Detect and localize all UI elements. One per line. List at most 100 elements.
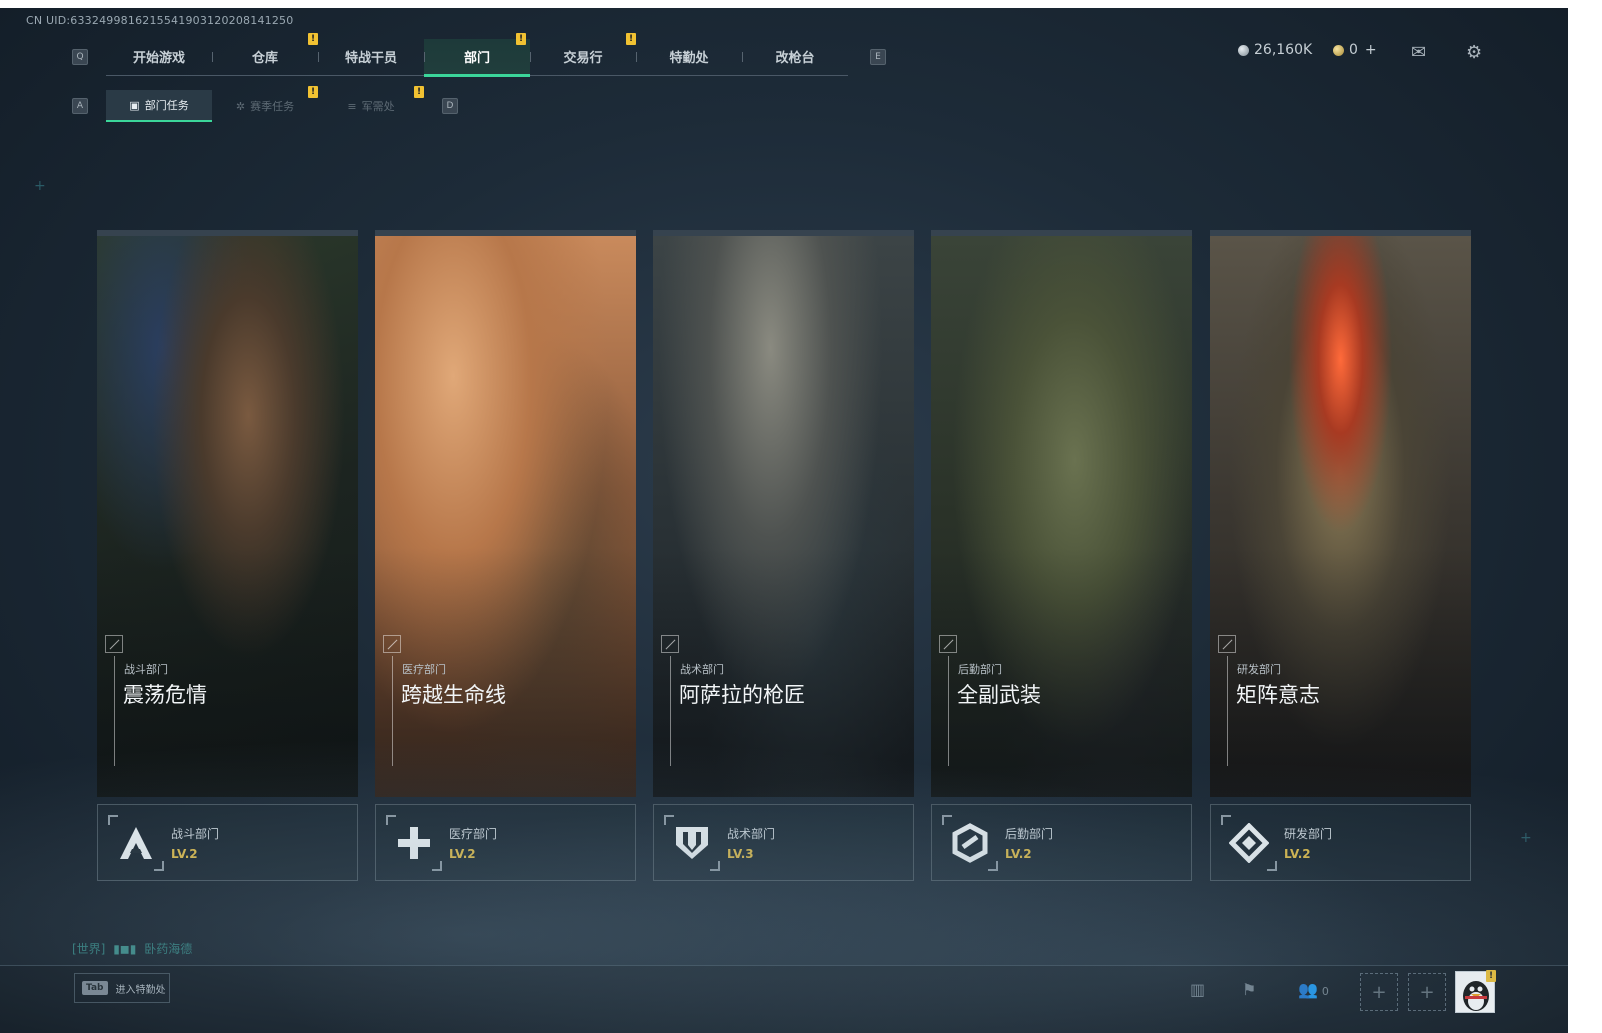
mail-icon[interactable]: ✉ — [1411, 42, 1426, 63]
alert-badge: ! — [308, 32, 318, 45]
sub-tabs: ▣ 部门任务 ✲ 赛季任务 ! ≡ 军需处 ! — [106, 86, 424, 122]
card-dept-label: 后勤部门 — [958, 663, 1002, 676]
dept-name: 后勤部门 — [1005, 827, 1054, 841]
dept-level: LV.2 — [1284, 847, 1311, 861]
emblem-frame — [664, 815, 720, 871]
expand-icon — [1218, 635, 1236, 653]
enter-special-ops-button[interactable]: Tab 进入特勤处 — [74, 973, 170, 1003]
expand-icon — [383, 635, 401, 653]
medical-cross-icon — [398, 827, 430, 859]
card-dept-label: 医疗部门 — [402, 663, 446, 676]
card-divider — [670, 656, 671, 766]
silver-coin-icon — [1238, 44, 1249, 56]
add-gold-button[interactable]: + — [1365, 42, 1377, 58]
dept-card-medical[interactable]: 医疗部门 跨越生命线 — [375, 230, 636, 797]
dept-name: 医疗部门 — [449, 827, 498, 841]
alert-badge: ! — [1486, 970, 1496, 982]
card-divider — [1227, 656, 1228, 766]
tab-key-hint: Tab — [82, 981, 108, 995]
dept-card-logistics[interactable]: 后勤部门 全副武装 — [931, 230, 1192, 797]
tab-departments[interactable]: 部门 ! — [424, 32, 530, 77]
dept-info-logistics[interactable]: 后勤部门 LV.2 — [931, 804, 1192, 881]
subtab-quartermaster[interactable]: ≡ 军需处 ! — [318, 86, 424, 122]
dept-info-research[interactable]: 研发部门 LV.2 — [1210, 804, 1471, 881]
dept-name: 战斗部门 — [171, 827, 220, 841]
tab-gunsmith[interactable]: 改枪台 — [742, 39, 848, 75]
subtab-dept-tasks[interactable]: ▣ 部门任务 — [106, 90, 212, 122]
dept-info-combat[interactable]: 战斗部门 LV.2 — [97, 804, 358, 881]
research-diamond-icon — [1229, 823, 1269, 863]
team-slot-2[interactable]: + — [1408, 973, 1446, 1011]
flag-icon[interactable]: ⚑ — [1242, 980, 1256, 999]
uid-label: CN UID:6332499816215541903120208141250 — [26, 14, 294, 27]
dept-name: 研发部门 — [1284, 827, 1333, 841]
silver-currency: 26,160K — [1238, 42, 1312, 58]
card-dept-label: 战斗部门 — [124, 663, 168, 676]
key-hint-a: A — [72, 98, 88, 114]
logistics-hex-icon — [952, 823, 988, 863]
game-screen: CN UID:6332499816215541903120208141250 +… — [0, 8, 1568, 1033]
dept-level: LV.2 — [171, 847, 198, 861]
card-title: 阿萨拉的枪匠 — [679, 683, 805, 707]
card-divider — [392, 656, 393, 766]
supply-icon: ≡ — [347, 99, 357, 113]
expand-icon — [939, 635, 957, 653]
card-title: 震荡危情 — [123, 683, 207, 707]
emblem-frame — [386, 815, 442, 871]
dept-card-tactical[interactable]: 战术部门 阿萨拉的枪匠 — [653, 230, 914, 797]
dept-info-medical[interactable]: 医疗部门 LV.2 — [375, 804, 636, 881]
team-slot-1[interactable]: + — [1360, 973, 1398, 1011]
dept-level: LV.3 — [727, 847, 754, 861]
card-title: 矩阵意志 — [1236, 683, 1320, 707]
chat-player-name: 卧药海德 — [144, 942, 193, 956]
chat-channel: [世界] — [72, 942, 106, 956]
hud-crosshair-mark: + — [1520, 830, 1532, 846]
key-hint-q: Q — [72, 49, 88, 65]
gear-icon: ✲ — [235, 99, 246, 113]
hud-crosshair-mark: + — [34, 178, 46, 194]
combat-emblem-icon — [120, 827, 152, 859]
tab-warehouse[interactable]: 仓库 — [212, 39, 318, 75]
main-nav: Q 开始游戏 仓库 特战干员 ! 部门 ! 交易行 特勤处 ! 改枪台 E — [72, 32, 886, 79]
card-title: 全副武装 — [957, 683, 1041, 707]
card-divider — [114, 656, 115, 766]
dept-level: LV.2 — [1005, 847, 1032, 861]
emblem-frame — [108, 815, 164, 871]
friends-icon[interactable]: 👥 0 — [1298, 980, 1329, 999]
tab-start-game[interactable]: 开始游戏 — [106, 39, 212, 75]
card-dept-label: 研发部门 — [1237, 663, 1281, 676]
stats-chart-icon[interactable]: ▥ — [1190, 980, 1205, 999]
task-icon: ▣ — [129, 98, 140, 112]
card-divider — [948, 656, 949, 766]
emblem-frame — [942, 815, 998, 871]
chat-player-badge-icon: ▮◼▮ — [113, 942, 137, 956]
gold-coin-icon — [1333, 44, 1344, 56]
dept-info-tactical[interactable]: 战术部门 LV.3 — [653, 804, 914, 881]
expand-icon — [661, 635, 679, 653]
tab-operators[interactable]: 特战干员 ! — [308, 32, 424, 75]
alert-badge: ! — [308, 86, 318, 98]
dept-level: LV.2 — [449, 847, 476, 861]
main-tabs: 开始游戏 仓库 特战干员 ! 部门 ! 交易行 特勤处 ! 改枪台 — [106, 32, 848, 77]
friends-count: 0 — [1321, 985, 1329, 998]
dept-card-research[interactable]: 研发部门 矩阵意志 — [1210, 230, 1471, 797]
subtab-season-tasks[interactable]: ✲ 赛季任务 ! — [212, 86, 318, 122]
emblem-frame — [1221, 815, 1277, 871]
dept-name: 战术部门 — [727, 827, 776, 841]
card-dept-label: 战术部门 — [680, 663, 724, 676]
expand-icon — [105, 635, 123, 653]
gold-currency: 0 + — [1333, 42, 1377, 58]
sub-nav: A ▣ 部门任务 ✲ 赛季任务 ! ≡ 军需处 ! D — [72, 86, 458, 122]
alert-badge: ! — [626, 32, 636, 45]
tab-trade[interactable]: 交易行 — [530, 39, 636, 75]
tactical-shield-icon — [676, 827, 708, 859]
dept-card-combat[interactable]: 战斗部门 震荡危情 — [97, 230, 358, 797]
player-avatar[interactable]: ! — [1455, 970, 1496, 1013]
chat-line[interactable]: [世界] ▮◼▮ 卧药海德 — [72, 940, 192, 957]
key-hint-e: E — [870, 49, 886, 65]
card-title: 跨越生命线 — [401, 683, 506, 707]
settings-gear-icon[interactable]: ⚙ — [1466, 42, 1482, 63]
tab-special-ops[interactable]: 特勤处 ! — [626, 32, 742, 75]
alert-badge: ! — [516, 32, 526, 45]
key-hint-d: D — [442, 98, 458, 114]
